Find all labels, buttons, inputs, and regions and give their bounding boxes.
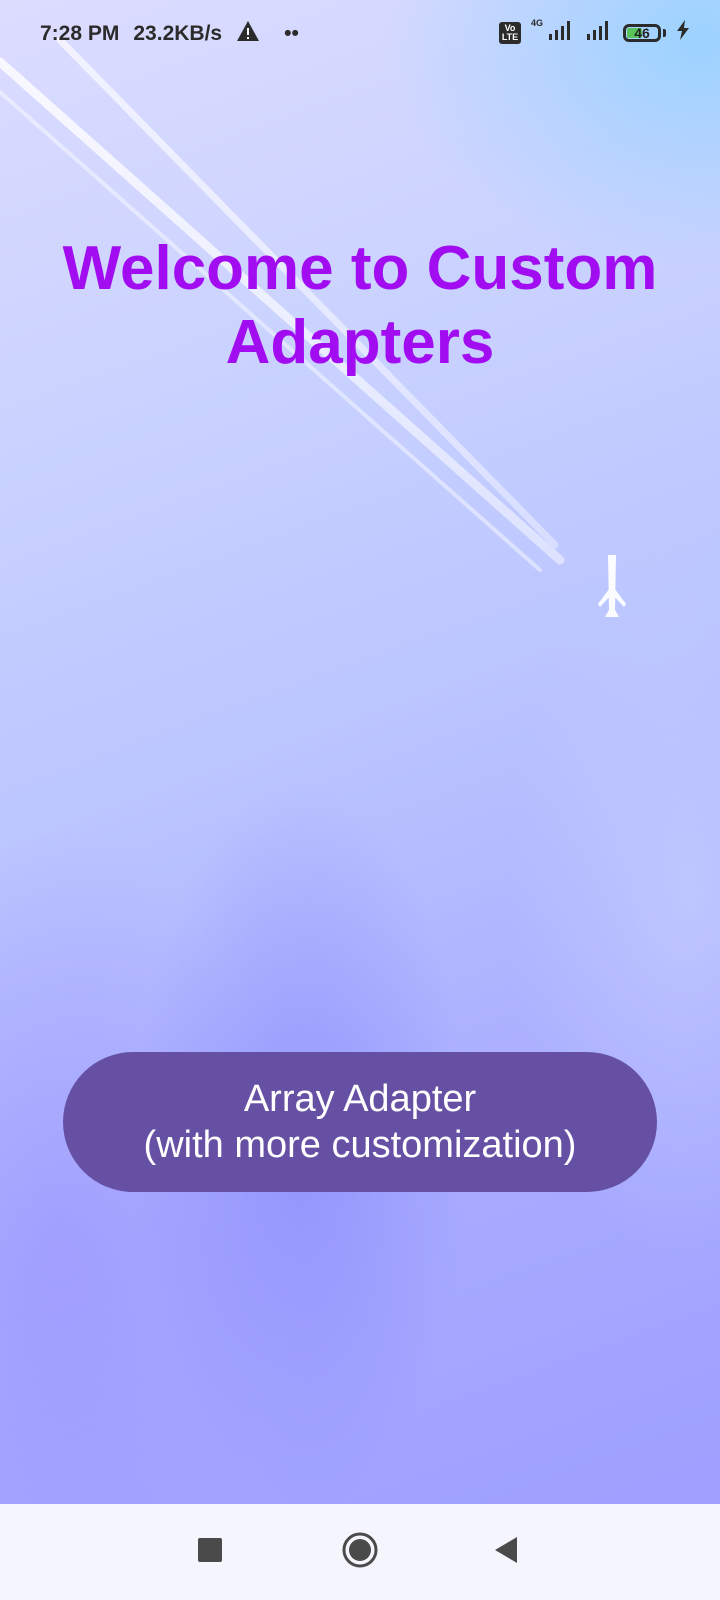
triangle-back-icon [493,1536,519,1569]
airplane-icon [598,555,626,617]
home-button[interactable] [312,1504,408,1600]
array-adapter-button[interactable]: Array Adapter (with more customization) [63,1052,657,1192]
clock: 7:28 PM [40,22,120,45]
notification-dots: •• [284,22,299,45]
button-label-line1: Array Adapter [243,1078,477,1120]
lightning-bolt-icon [676,20,690,46]
volte-badge: Vo LTE [498,22,521,44]
back-button[interactable] [458,1504,554,1600]
app-screen: 7:28 PM 23.2KB/s •• Vo LTE 4G 46 Welcome… [0,0,720,1600]
signal-strength-icon-2 [585,20,613,46]
page-title: Welcome to Custom Adapters [62,234,658,377]
warning-triangle-icon [236,20,260,48]
status-right: Vo LTE 4G 46 [498,18,690,46]
button-label-line2: (with more customization) [143,1124,577,1166]
square-icon [197,1537,223,1568]
battery-icon: 46 [623,24,661,42]
battery-tip [663,29,666,37]
recents-button[interactable] [162,1504,258,1600]
network-speed: 23.2KB/s [133,22,223,45]
navigation-bar [0,1504,720,1600]
status-left: 7:28 PM 23.2KB/s •• [40,20,299,48]
status-bar: 7:28 PM 23.2KB/s •• Vo LTE 4G 46 [0,0,720,70]
circle-icon [341,1531,379,1574]
battery-level: 46 [634,25,650,41]
signal-strength-icon [547,20,575,46]
network-type-label: 4G [530,18,543,28]
